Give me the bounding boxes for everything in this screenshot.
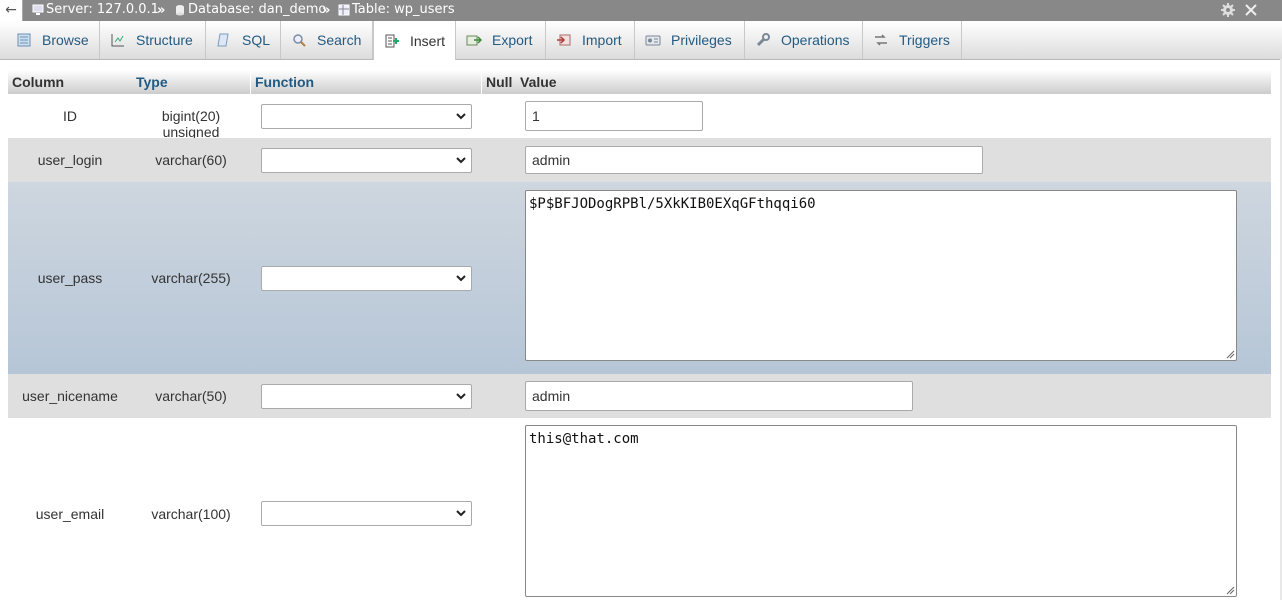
tab-browse[interactable]: Browse	[6, 21, 100, 59]
breadcrumb: ← Server: 127.0.0.1 » Database: dan_demo…	[0, 0, 1282, 21]
database-icon	[176, 5, 184, 16]
chevron-down-icon	[456, 157, 466, 164]
table-row: user_nicename varchar(50) admin	[8, 374, 1271, 418]
gear-icon[interactable]	[1220, 2, 1236, 18]
operations-icon	[756, 33, 770, 47]
table-tabs: Browse Structure SQL Search Insert Expor…	[0, 21, 1282, 60]
column-name: user_pass	[37, 270, 103, 286]
chevron-down-icon	[456, 510, 466, 517]
window-tools	[1220, 2, 1260, 18]
column-type: varchar(50)	[155, 388, 227, 404]
tab-sql[interactable]: SQL	[206, 21, 281, 59]
tab-insert[interactable]: Insert	[373, 21, 456, 60]
header-type: Type	[132, 70, 250, 94]
server-icon	[32, 4, 44, 15]
column-name: user_login	[37, 152, 103, 168]
tab-label: Triggers	[899, 32, 950, 48]
breadcrumb-database-label: Database: dan_demo	[188, 2, 327, 17]
close-icon[interactable]	[1244, 3, 1258, 17]
tab-label: Privileges	[671, 32, 732, 48]
value-textarea[interactable]: this@that.com	[525, 425, 1237, 597]
tab-operations[interactable]: Operations	[745, 21, 863, 59]
insert-icon	[385, 34, 399, 47]
breadcrumb-server[interactable]: Server: 127.0.0.1	[32, 0, 159, 20]
table-icon	[338, 4, 350, 16]
chevron-down-icon	[456, 113, 466, 120]
tab-triggers[interactable]: Triggers	[863, 21, 962, 59]
resize-grip-icon[interactable]	[1226, 586, 1235, 595]
export-icon	[466, 35, 482, 46]
table-row: ID bigint(20) unsigned 1	[8, 94, 1271, 140]
tab-structure[interactable]: Structure	[100, 21, 206, 59]
tab-label: Export	[492, 32, 533, 48]
breadcrumb-separator: »	[322, 3, 331, 18]
value-input[interactable]: admin	[525, 146, 983, 174]
header-column: Column	[8, 70, 132, 94]
triggers-icon	[875, 34, 887, 46]
tab-import[interactable]: Import	[546, 21, 635, 59]
header-null: Null	[482, 70, 516, 94]
tab-label: Structure	[136, 32, 193, 48]
value-input[interactable]: admin	[525, 381, 913, 411]
tab-label: SQL	[242, 32, 271, 48]
search-icon	[293, 34, 306, 47]
table-row: user_email varchar(100) this@that.com	[8, 418, 1271, 600]
header-value: Value	[516, 70, 1271, 94]
back-arrow-icon[interactable]: ←	[0, 0, 23, 21]
table-header: Column Type Function Null Value	[8, 70, 1271, 94]
chevron-down-icon	[456, 275, 466, 282]
table-row: user_pass varchar(255) $P$BFJODogRPBl/5X…	[8, 182, 1271, 374]
function-select[interactable]	[261, 266, 472, 291]
tab-label: Browse	[42, 32, 89, 48]
breadcrumb-server-label: Server: 127.0.0.1	[46, 2, 159, 17]
chevron-down-icon	[456, 393, 466, 400]
header-function: Function	[251, 70, 481, 94]
tab-privileges[interactable]: Privileges	[635, 21, 745, 59]
function-select[interactable]	[261, 148, 472, 173]
breadcrumb-table-label: Table: wp_users	[352, 2, 455, 17]
browse-icon	[17, 33, 31, 47]
column-type: varchar(100)	[151, 506, 231, 522]
function-select[interactable]	[261, 384, 472, 409]
column-name: ID	[63, 108, 77, 124]
tab-export[interactable]: Export	[456, 21, 546, 59]
table-row: user_login varchar(60) admin	[8, 138, 1271, 182]
tab-label: Operations	[781, 32, 850, 48]
tab-label: Insert	[410, 32, 446, 49]
column-name: user_email	[35, 506, 105, 522]
breadcrumb-separator: »	[157, 3, 166, 18]
tab-label: Import	[582, 32, 622, 48]
structure-icon	[111, 34, 124, 47]
value-input[interactable]: 1	[525, 101, 703, 131]
function-select[interactable]	[261, 104, 472, 129]
value-textarea-text: $P$BFJODogRPBl/5XkKIB0EXqGFthqqi60	[529, 196, 816, 212]
sql-icon	[217, 33, 229, 47]
breadcrumb-table[interactable]: Table: wp_users	[338, 0, 455, 20]
column-type: varchar(60)	[155, 152, 227, 168]
tab-search[interactable]: Search	[281, 21, 373, 59]
function-select[interactable]	[261, 501, 472, 526]
resize-grip-icon[interactable]	[1226, 350, 1235, 359]
column-type: varchar(255)	[151, 270, 231, 286]
import-icon	[557, 34, 571, 46]
privileges-icon	[645, 35, 661, 46]
value-textarea-text: this@that.com	[529, 431, 639, 447]
column-type: bigint(20) unsigned	[161, 108, 221, 140]
tab-label: Search	[317, 32, 362, 48]
column-name: user_nicename	[22, 388, 118, 404]
breadcrumb-database[interactable]: Database: dan_demo	[174, 0, 326, 20]
value-textarea[interactable]: $P$BFJODogRPBl/5XkKIB0EXqGFthqqi60	[525, 190, 1237, 361]
